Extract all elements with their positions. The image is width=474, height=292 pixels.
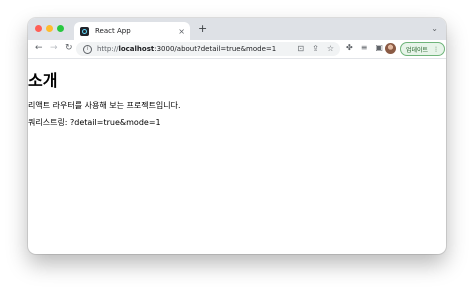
maximize-window-button[interactable] (57, 25, 64, 32)
browser-window: React App × + ⌄ ← → ↻ i http://localhost… (28, 18, 446, 254)
side-panel-icon[interactable]: ▣ (375, 43, 383, 52)
react-icon (80, 26, 89, 36)
reading-list-icon[interactable]: ≡ (361, 43, 368, 52)
forward-icon[interactable]: → (50, 43, 58, 54)
title-bar: React App × + ⌄ (28, 18, 446, 40)
page-description: 리액트 라우터를 사용해 보는 프로젝트입니다. (28, 101, 181, 110)
install-app-icon[interactable]: ⊡ (297, 44, 304, 53)
tab-react-app[interactable]: React App × (74, 22, 190, 40)
window-controls (35, 25, 64, 32)
browser-toolbar: ← → ↻ i http://localhost:3000/about?deta… (28, 40, 446, 59)
new-tab-icon[interactable]: + (198, 23, 207, 34)
close-tab-icon[interactable]: × (178, 27, 185, 36)
tab-title: React App (95, 27, 131, 35)
back-icon[interactable]: ← (35, 43, 43, 54)
update-button[interactable]: 업데이트 ⋮ (400, 42, 446, 56)
extensions-puzzle-icon[interactable]: ✤ (346, 43, 353, 52)
query-string-text: 쿼리스트링: ?detail=true&mode=1 (28, 118, 161, 127)
reload-icon[interactable]: ↻ (65, 43, 73, 54)
page-title: 소개 (28, 71, 58, 90)
bookmark-star-icon[interactable]: ☆ (327, 44, 334, 53)
more-menu-icon: ⋮ (433, 45, 440, 53)
update-label: 업데이트 (406, 46, 429, 54)
page-content: 소개 리액트 라우터를 사용해 보는 프로젝트입니다. 쿼리스트링: ?deta… (28, 59, 446, 254)
minimize-window-button[interactable] (46, 25, 53, 32)
tab-search-icon[interactable]: ⌄ (431, 24, 438, 33)
info-icon[interactable]: i (83, 44, 92, 54)
share-icon[interactable]: ⇪ (312, 44, 319, 53)
close-window-button[interactable] (35, 25, 42, 32)
url-text[interactable]: http://localhost:3000/about?detail=true&… (97, 45, 276, 53)
address-bar[interactable]: i http://localhost:3000/about?detail=tru… (76, 42, 340, 56)
profile-avatar[interactable] (385, 43, 396, 54)
